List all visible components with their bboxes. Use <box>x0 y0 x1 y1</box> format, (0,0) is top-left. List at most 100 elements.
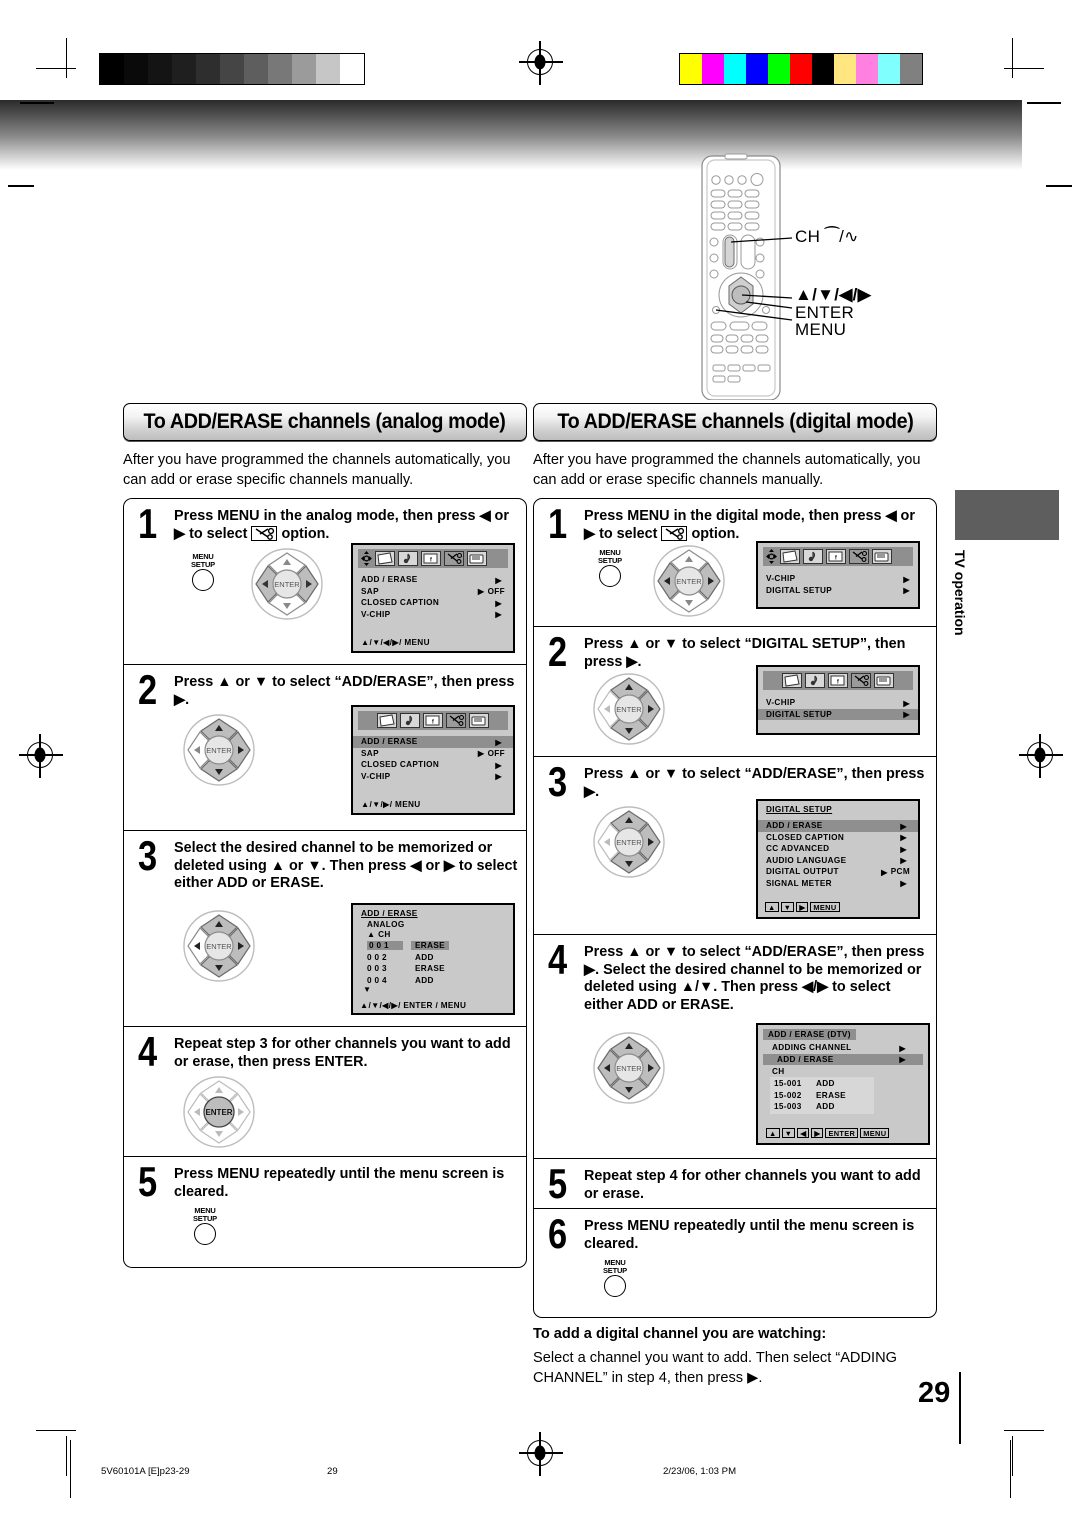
osd-icon-row: f <box>763 671 913 690</box>
picture-menu-icon <box>375 551 395 566</box>
menu-setup-button-a5[interactable]: MENU SETUP <box>182 1207 228 1247</box>
side-tab-label: TV operation <box>952 550 968 636</box>
osd-item-label: ADD / ERASE <box>361 575 418 585</box>
step-number: 1 <box>548 500 568 547</box>
banner-analog-label: To ADD/ERASE channels (analog mode) <box>144 410 506 433</box>
key-menu: MENU <box>860 1128 890 1138</box>
osd-item-label: V-CHIP <box>766 574 796 584</box>
channel-action: ADD <box>415 975 434 985</box>
osd-item-label: ADD / ERASE <box>361 737 418 747</box>
audio-menu-icon <box>400 713 420 728</box>
channel-number: 15-003 <box>774 1102 802 1112</box>
step-number: 5 <box>548 1160 568 1207</box>
osd-item-arrow: ▶ <box>900 879 907 889</box>
osd-item-arrow: ▶ <box>900 833 907 843</box>
osd-item-arrow: ▶ <box>899 1043 906 1053</box>
function-menu-icon: f <box>826 549 846 564</box>
channel-action: ERASE <box>816 1090 846 1100</box>
osd-analog-main-list: ADD / ERASE ▶ SAP ▶ OFF CLOSED CAPTION ▶ … <box>353 574 513 620</box>
step-digital-4: 4 Press ▲ or ▼ to select “ADD/ERASE”, th… <box>534 935 936 1159</box>
dpad-a4[interactable]: ENTER <box>182 1075 256 1149</box>
osd-item-arrow: ▶ <box>900 844 907 854</box>
svg-text:ENTER: ENTER <box>616 838 642 847</box>
setup-menu-icon <box>444 551 464 566</box>
osd-item: SIGNAL METER ▶ <box>758 878 918 890</box>
dpad-d1[interactable]: ENTER <box>652 544 726 618</box>
osd-dtv-list: ADDING CHANNEL ▶ ADD / ERASE ▶ <box>758 1042 928 1065</box>
osd-title: ADD / ERASE (DTV) <box>763 1029 856 1040</box>
color-swatch-0 <box>680 54 702 84</box>
menu-setup-circle[interactable] <box>604 1275 626 1298</box>
grayscale-swatch-6 <box>244 54 268 84</box>
step-text: Press MENU repeatedly until the menu scr… <box>584 1218 915 1252</box>
channel-row: 0 0 4 ADD <box>353 975 513 987</box>
osd-footer: ▲/▼/◀/▶/ MENU <box>361 638 430 647</box>
dpad-d4[interactable]: ENTER <box>592 1031 666 1105</box>
osd-item-arrow: ▶ OFF <box>477 586 505 597</box>
osd-item-label: CLOSED CAPTION <box>361 760 440 770</box>
menu-setup-label-line2: SETUP <box>192 1213 217 1223</box>
osd-item-label: V-CHIP <box>361 771 391 781</box>
osd-item-arrow: ▶ <box>900 821 907 831</box>
menu-setup-circle[interactable] <box>192 569 214 592</box>
menu-setup-button-a1[interactable]: MENU SETUP <box>180 553 226 593</box>
osd-digital-main: f V-CHIP ▶ DIGITAL SETUP ▶ <box>756 541 920 609</box>
banner-digital: To ADD/ERASE channels (digital mode) <box>533 403 937 441</box>
step-text: Press ▲ or ▼ to select “ADD/ERASE”, then… <box>174 674 515 708</box>
osd-dtv-addlist: ADD / ERASE (DTV) ADDING CHANNEL ▶ ADD /… <box>756 1023 930 1145</box>
osd-item-label: CLOSED CAPTION <box>361 598 440 608</box>
step-text: Select the desired channel to be memoriz… <box>174 840 518 891</box>
dpad-a2[interactable]: ENTER <box>182 713 256 787</box>
svg-text:ENTER: ENTER <box>205 1108 232 1117</box>
dpad-a3[interactable]: ENTER <box>182 909 256 983</box>
osd-title: ADD / ERASE <box>361 909 418 918</box>
osd-item: CLOSED CAPTION ▶ <box>353 759 513 771</box>
step-analog-3: 3 Select the desired channel to be memor… <box>124 831 526 1027</box>
remote-control-illustration <box>690 150 990 401</box>
osd-item: AUDIO LANGUAGE ▶ <box>758 855 918 867</box>
osd-item: DIGITAL OUTPUT ▶ PCM <box>758 866 918 878</box>
note-body: Select a channel you want to add. Then s… <box>533 1350 897 1386</box>
footer-rule-left <box>70 1440 72 1498</box>
dpad-a1[interactable]: ENTER <box>250 547 324 621</box>
color-swatch-8 <box>856 54 878 84</box>
audio-menu-icon <box>803 549 823 564</box>
callout-arrow-keys: ▲/▼/◀/▶ <box>795 285 872 304</box>
tick-left <box>20 102 54 104</box>
channel-action: ERASE <box>411 941 449 951</box>
osd-digital-sel-list: V-CHIP ▶ DIGITAL SETUP ▶ <box>758 697 918 720</box>
step-analog-5: 5 Press MENU repeatedly until the menu s… <box>124 1157 526 1267</box>
osd-analog-sel-list: ADD / ERASE ▶ SAP ▶ OFF CLOSED CAPTION ▶ … <box>353 736 513 782</box>
crop-mark-tl-v <box>66 38 68 78</box>
step-digital-6: 6 Press MENU repeatedly until the menu s… <box>534 1209 936 1319</box>
function-menu-icon: f <box>828 673 848 688</box>
step-text: Press ▲ or ▼ to select “ADD/ERASE”, then… <box>584 766 925 800</box>
svg-text:ENTER: ENTER <box>616 705 642 714</box>
step-number: 1 <box>138 500 158 547</box>
menu-setup-button-d1[interactable]: MENU SETUP <box>587 549 633 589</box>
color-swatch-10 <box>900 54 922 84</box>
grayscale-swatch-4 <box>196 54 220 84</box>
setup-menu-icon <box>849 549 869 564</box>
osd-item-label: SAP <box>361 586 379 596</box>
registration-dot <box>34 747 46 763</box>
osd-footer: ▲/▼/◀/▶/ ENTER / MENU <box>360 1001 467 1010</box>
registration-target-top <box>519 41 563 85</box>
registration-target-bottom <box>519 1432 563 1476</box>
color-swatch-7 <box>834 54 856 84</box>
menu-setup-circle[interactable] <box>599 565 621 588</box>
osd-item-value: OFF <box>487 586 505 596</box>
stepbox-digital: 1 Press MENU in the digital mode, then p… <box>533 498 937 1318</box>
osd-item-value: OFF <box>487 748 505 758</box>
key-right: ▶ <box>811 1128 824 1138</box>
step-digital-3: 3 Press ▲ or ▼ to select “ADD/ERASE”, th… <box>534 757 936 935</box>
channel-number: 0 0 1 <box>367 941 403 951</box>
menu-setup-button-d6[interactable]: MENU SETUP <box>592 1259 638 1299</box>
dpad-d3[interactable]: ENTER <box>592 805 666 879</box>
channel-row: 15-002 ERASE <box>770 1090 874 1102</box>
menu-setup-circle[interactable] <box>194 1223 216 1246</box>
dpad-d2[interactable]: ENTER <box>592 672 666 746</box>
osd-digital-main-selected: f V-CHIP ▶ DIGITAL SETUP ▶ <box>756 665 920 735</box>
side-tab-block <box>955 490 1059 540</box>
osd-icon-row: f <box>358 549 508 568</box>
